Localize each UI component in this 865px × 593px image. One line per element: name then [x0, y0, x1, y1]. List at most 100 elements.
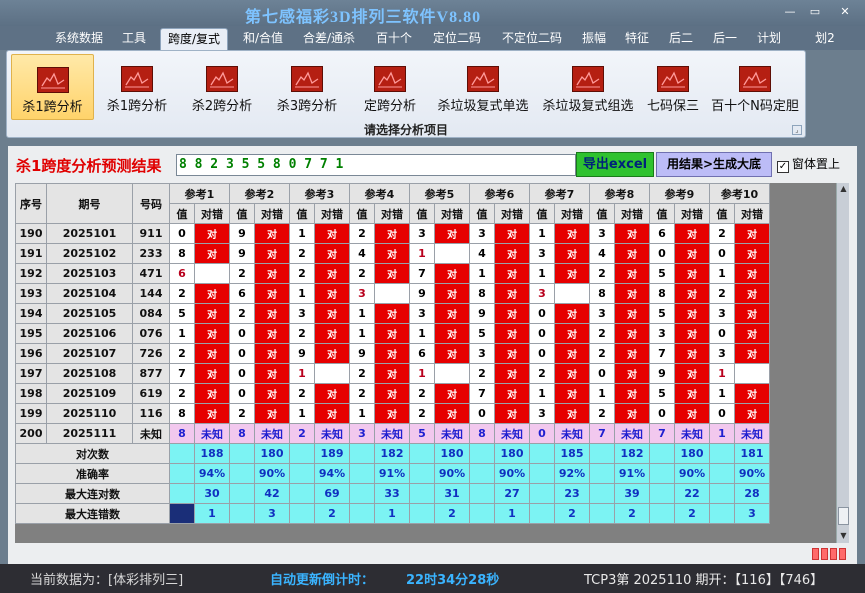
- menu-tools[interactable]: 工具: [116, 28, 152, 50]
- scroll-up-icon[interactable]: ▲: [837, 183, 850, 195]
- col-header-result: 对错: [374, 203, 410, 224]
- menu-system-data[interactable]: 系统数据: [50, 28, 108, 50]
- selected-cell[interactable]: [169, 503, 195, 524]
- ribbon-kill3-span-analysis[interactable]: 杀3跨分析: [268, 54, 346, 120]
- cell-correct: 对: [434, 223, 470, 244]
- stats-value: 31: [434, 483, 470, 504]
- cell-correct: 对: [254, 323, 290, 344]
- table-row[interactable]: 197 2025108 877 7 对 0 对 1 2 对 1 2 对 2 对 0 对 9 对 1: [15, 363, 770, 384]
- menu-last-two[interactable]: 后二: [663, 28, 699, 50]
- ribbon-kill2-span-analysis[interactable]: 杀2跨分析: [183, 54, 261, 120]
- cell-correct: 对: [194, 243, 230, 264]
- table-row[interactable]: 198 2025109 619 2 对 0 对 2 对 2 对 2 对 7 对 1 对 1 对 5 对 1 对: [15, 383, 770, 404]
- cell-wrong: [194, 263, 230, 284]
- stats-spacer: [169, 463, 195, 484]
- cell-value: 2: [289, 243, 315, 264]
- ribbon-fixed-span-analysis[interactable]: 定跨分析: [353, 54, 427, 120]
- menu-hundreds-tens-units[interactable]: 百十个: [370, 28, 418, 50]
- cell-correct: 对: [614, 363, 650, 384]
- stats-value: 91%: [374, 463, 410, 484]
- stats-spacer: [529, 463, 555, 484]
- col-header-result: 对错: [254, 203, 290, 224]
- cell-correct: 对: [314, 283, 350, 304]
- cell-value: 6: [409, 343, 435, 364]
- row-period: 2025101: [46, 223, 133, 244]
- ribbon-kill1-span-analysis[interactable]: 杀1跨分析: [98, 54, 176, 120]
- col-header-value: 值: [649, 203, 675, 224]
- table-row[interactable]: 196 2025107 726 2 对 0 对 9 对 9 对 6 对 3 对 0 对 2 对 7 对 3 对: [15, 343, 770, 364]
- menu-last-one[interactable]: 后一: [707, 28, 743, 50]
- menu-amplitude[interactable]: 振幅: [576, 28, 612, 50]
- scroll-thumb[interactable]: [838, 507, 849, 525]
- cell-correct: 对: [614, 403, 650, 424]
- cell-value: 5: [469, 323, 495, 344]
- col-header-value: 值: [529, 203, 555, 224]
- cell-value: 1: [349, 303, 375, 324]
- cell-wrong: [374, 283, 410, 304]
- stats-spacer: [169, 443, 195, 464]
- window-topmost-checkbox[interactable]: ✓ 窗体置上: [777, 155, 840, 173]
- export-excel-button[interactable]: 导出excel: [576, 152, 654, 177]
- cell-value: 1: [409, 243, 435, 264]
- cell-value: 7: [469, 383, 495, 404]
- menu-unfixed-two[interactable]: 不定位二码: [496, 28, 568, 50]
- cell-correct: 对: [494, 323, 530, 344]
- table-row[interactable]: 193 2025104 144 2 对 6 对 1 对 3 9 对 8 对 3 8 对 8 对 2 对: [15, 283, 770, 304]
- ribbon-kill-junk-single[interactable]: 杀垃圾复式单选: [430, 54, 536, 120]
- cell-correct: 对: [734, 343, 770, 364]
- menu-sumdiff[interactable]: 合差/通杀: [297, 28, 361, 50]
- cell-value: 3: [349, 423, 375, 444]
- cell-correct: 对: [554, 303, 590, 324]
- table-row[interactable]: 194 2025105 084 5 对 2 对 3 对 1 对 3 对 9 对 0 对 3 对 5 对 3 对: [15, 303, 770, 324]
- close-button[interactable]: ✕: [835, 4, 855, 20]
- vertical-scrollbar[interactable]: ▲ ▼: [836, 183, 849, 543]
- stats-value: 23: [554, 483, 590, 504]
- cell-value: 6: [649, 223, 675, 244]
- ribbon-n-code-fixed[interactable]: 百十个N码定胆: [707, 54, 803, 120]
- menu-plan[interactable]: 计划: [751, 28, 787, 50]
- table-row[interactable]: 191 2025102 233 8 对 9 对 2 对 4 对 1 4 对 3 对 4 对 0 对 0 对: [15, 243, 770, 264]
- menu-feature[interactable]: 特征: [619, 28, 655, 50]
- menu-plan-2[interactable]: 划2: [810, 28, 840, 50]
- stats-row: 最大连对数 30 42 69 33 31 27 23 39 22 28: [15, 483, 770, 504]
- cell-correct: 对: [254, 343, 290, 364]
- result-numbers-field[interactable]: 8 8 2 3 5 5 8 0 7 7 1: [176, 154, 576, 176]
- table-row[interactable]: 195 2025106 076 1 对 0 对 2 对 1 对 1 对 5 对 0 对 2 对 3 对 0 对: [15, 323, 770, 344]
- col-header-ref: 参考8: [589, 183, 650, 204]
- menu-sum[interactable]: 和/合值: [236, 28, 290, 50]
- cell-correct: 对: [734, 263, 770, 284]
- scroll-down-icon[interactable]: ▼: [837, 530, 850, 542]
- minimize-button[interactable]: —: [780, 4, 800, 20]
- table-row[interactable]: 199 2025110 116 8 对 2 对 1 对 1 对 2 对 0 对 3 对 2 对 0 对 0 对: [15, 403, 770, 424]
- cell-value: 9: [349, 343, 375, 364]
- cell-correct: 对: [494, 403, 530, 424]
- stats-spacer: [709, 443, 735, 464]
- generate-base-button[interactable]: 用结果>生成大底: [656, 152, 772, 177]
- cell-correct: 对: [314, 263, 350, 284]
- menu-fixed-two[interactable]: 定位二码: [427, 28, 487, 50]
- stats-spacer: [649, 483, 675, 504]
- row-number: 144: [132, 283, 170, 304]
- maximize-button[interactable]: ▭: [805, 4, 825, 20]
- row-seq: 198: [15, 383, 47, 404]
- table-row[interactable]: 192 2025103 471 6 2 对 2 对 2 对 7 对 1 对 1 对 2 对 5 对 1 对: [15, 263, 770, 284]
- cell-value: 1: [289, 403, 315, 424]
- cell-value: 3: [589, 223, 615, 244]
- cell-correct: 对: [374, 403, 410, 424]
- ribbon-kill-junk-group[interactable]: 杀垃圾复式组选: [537, 54, 639, 120]
- cell-correct: 对: [434, 263, 470, 284]
- table-row[interactable]: 190 2025101 911 0 对 9 对 1 对 2 对 3 对 3 对 1 对 3 对 6 对 2 对: [15, 223, 770, 244]
- cell-status: 未知: [434, 423, 470, 444]
- cell-value: 4: [589, 243, 615, 264]
- cell-value: 6: [229, 283, 255, 304]
- menu-span-compound[interactable]: 跨度/复式: [160, 28, 228, 50]
- dialog-launcher-icon[interactable]: ⌟: [792, 125, 802, 135]
- ribbon-seven-keep-three[interactable]: 七码保三: [643, 54, 703, 120]
- stats-spacer: [529, 443, 555, 464]
- ribbon-kill1-span-analysis-selected[interactable]: 杀1跨分析: [11, 54, 94, 120]
- stats-value: 2: [614, 503, 650, 524]
- pending-row[interactable]: 200 2025111 未知 8 未知 8 未知 2 未知 3 未知 5 未知 8 未知 0 未知 7 未知 7 未知 1…: [15, 423, 770, 444]
- cell-value: 2: [349, 263, 375, 284]
- row-period: 2025102: [46, 243, 133, 264]
- cell-correct: 对: [494, 343, 530, 364]
